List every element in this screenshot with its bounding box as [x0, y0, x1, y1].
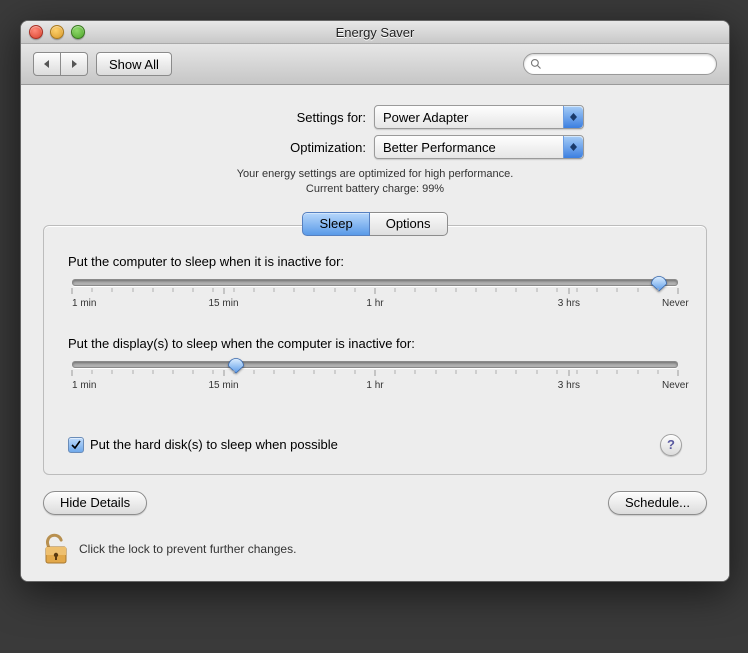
tick-label: Never: [662, 298, 689, 309]
optimization-value: Better Performance: [383, 140, 496, 155]
display-sleep-slider[interactable]: [72, 361, 678, 368]
minimize-button[interactable]: [50, 25, 64, 39]
schedule-button[interactable]: Schedule...: [608, 491, 707, 515]
forward-button[interactable]: [61, 52, 88, 76]
display-sleep-tick-labels: 1 min15 min1 hr3 hrsNever: [72, 380, 678, 394]
chevron-left-icon: [43, 60, 51, 68]
hard-disk-checkbox[interactable]: [68, 437, 84, 453]
search-field[interactable]: [523, 53, 717, 75]
settings-for-value: Power Adapter: [383, 110, 468, 125]
search-input[interactable]: [546, 56, 710, 72]
toolbar: Show All: [21, 44, 729, 85]
display-sleep-label: Put the display(s) to sleep when the com…: [68, 336, 682, 351]
tab-options[interactable]: Options: [370, 212, 448, 236]
tab-sleep[interactable]: Sleep: [302, 212, 369, 236]
bottom-buttons: Hide Details Schedule...: [43, 491, 707, 515]
tick-label: 15 min: [208, 298, 238, 309]
tick-label: 1 min: [72, 298, 96, 309]
config-rows: Settings for: Power Adapter Optimization…: [43, 105, 707, 159]
titlebar: Energy Saver: [21, 21, 729, 44]
sleep-panel: Put the computer to sleep when it is ina…: [43, 225, 707, 475]
tab-container: Sleep Options Put the computer to sleep …: [43, 212, 707, 475]
tab-bar: Sleep Options: [43, 212, 707, 236]
lock-text: Click the lock to prevent further change…: [79, 542, 296, 556]
window-controls: [29, 25, 85, 39]
display-sleep-block: Put the display(s) to sleep when the com…: [68, 336, 682, 394]
settings-for-label: Settings for:: [166, 110, 366, 125]
tick-label: 1 hr: [366, 298, 383, 309]
lock-icon[interactable]: [43, 533, 69, 565]
tick-label: 1 hr: [366, 380, 383, 391]
window-title: Energy Saver: [21, 25, 729, 40]
show-all-button[interactable]: Show All: [96, 52, 172, 76]
hide-details-button[interactable]: Hide Details: [43, 491, 147, 515]
computer-sleep-block: Put the computer to sleep when it is ina…: [68, 254, 682, 312]
status-text: Your energy settings are optimized for h…: [43, 167, 707, 198]
tick-label: 3 hrs: [558, 298, 580, 309]
dropdown-arrows-icon: [563, 136, 583, 158]
back-button[interactable]: [33, 52, 61, 76]
display-sleep-ticks: [72, 370, 678, 378]
computer-sleep-tick-labels: 1 min15 min1 hr3 hrsNever: [72, 298, 678, 312]
settings-for-select[interactable]: Power Adapter: [374, 105, 584, 129]
tick-label: 3 hrs: [558, 380, 580, 391]
optimization-select[interactable]: Better Performance: [374, 135, 584, 159]
question-icon: ?: [667, 437, 675, 452]
dropdown-arrows-icon: [563, 106, 583, 128]
status-line-1: Your energy settings are optimized for h…: [43, 167, 707, 182]
computer-sleep-slider[interactable]: [72, 279, 678, 286]
tick-label: Never: [662, 380, 689, 391]
content: Settings for: Power Adapter Optimization…: [21, 85, 729, 581]
nav-group: [33, 52, 88, 76]
energy-saver-window: Energy Saver Show All Settings for: Powe…: [20, 20, 730, 582]
zoom-button[interactable]: [71, 25, 85, 39]
search-icon: [530, 58, 542, 70]
tick-label: 1 min: [72, 380, 96, 391]
checkmark-icon: [70, 439, 82, 451]
hard-disk-row: Put the hard disk(s) to sleep when possi…: [68, 434, 682, 456]
lock-row: Click the lock to prevent further change…: [43, 533, 707, 565]
help-button[interactable]: ?: [660, 434, 682, 456]
hard-disk-label: Put the hard disk(s) to sleep when possi…: [90, 437, 338, 452]
status-line-2: Current battery charge: 99%: [43, 182, 707, 197]
chevron-right-icon: [70, 60, 78, 68]
optimization-label: Optimization:: [166, 140, 366, 155]
computer-sleep-ticks: [72, 288, 678, 296]
tick-label: 15 min: [208, 380, 238, 391]
close-button[interactable]: [29, 25, 43, 39]
computer-sleep-label: Put the computer to sleep when it is ina…: [68, 254, 682, 269]
